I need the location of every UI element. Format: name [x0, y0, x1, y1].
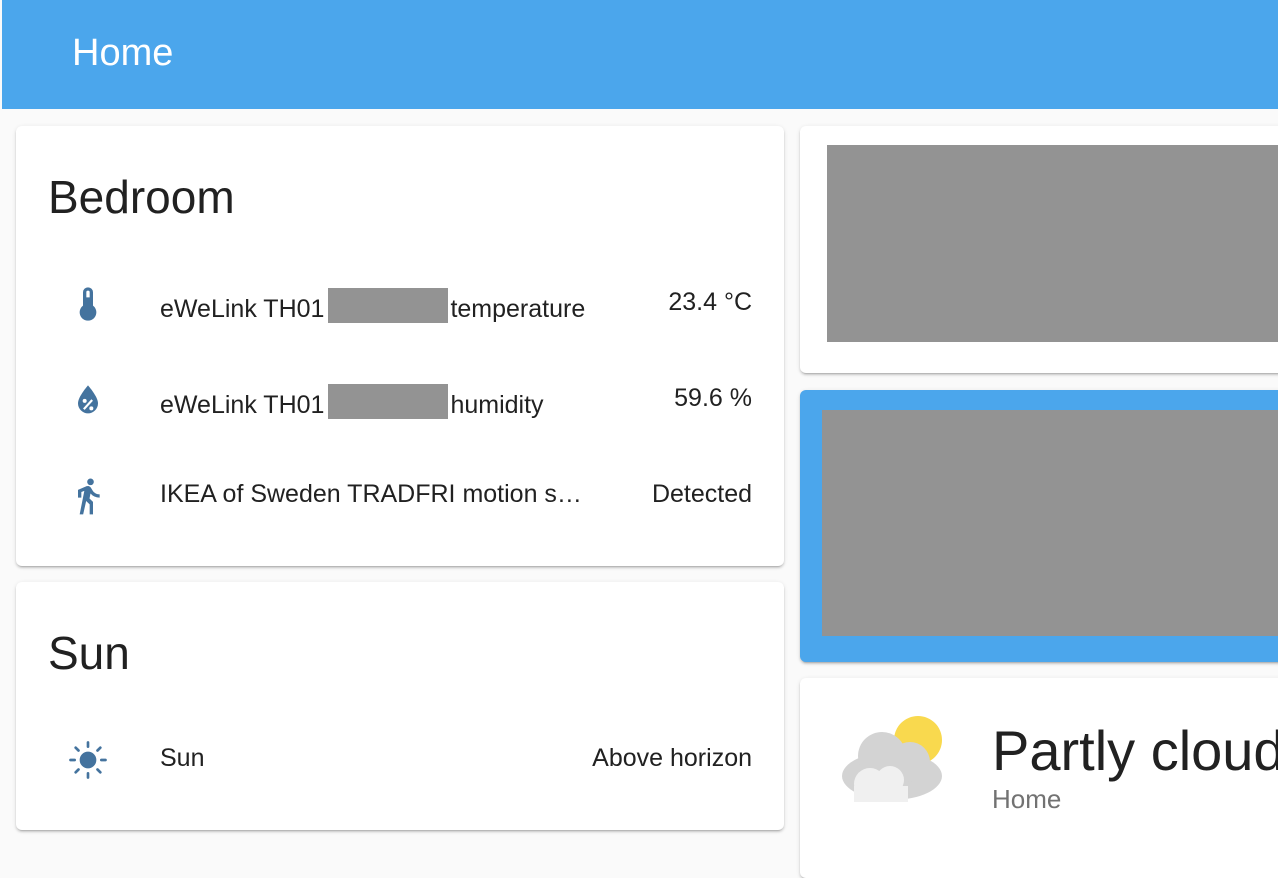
weather-card[interactable]: Partly cloudy Home — [800, 678, 1278, 878]
card-title: Bedroom — [48, 171, 235, 223]
entity-state: Above horizon — [592, 744, 752, 772]
entity-name-prefix: eWeLink TH01 — [160, 391, 325, 419]
card-title: Sun — [48, 627, 130, 679]
entity-row-temperature[interactable]: eWeLink TH01 temperature 23.4 °C — [16, 274, 784, 330]
entity-row-motion[interactable]: IKEA of Sweden TRADFRI motion s… Detecte… — [16, 466, 784, 522]
entity-name: eWeLink TH01 humidity — [160, 384, 544, 420]
entity-row-humidity[interactable]: eWeLink TH01 humidity 59.6 % — [16, 370, 784, 426]
entity-name-prefix: eWeLink TH01 — [160, 295, 325, 323]
entity-name-suffix: humidity — [450, 391, 544, 419]
redacted-block — [328, 288, 449, 323]
entity-state: Detected — [651, 480, 752, 508]
sun-icon — [69, 741, 107, 779]
entity-row-sun[interactable]: Sun Above horizon — [16, 730, 784, 786]
entity-state: 23.4 °C — [668, 288, 752, 316]
camera-image-redacted — [822, 410, 1278, 636]
sun-card: Sun Sun Above horizon — [16, 582, 784, 830]
redacted-block — [328, 384, 449, 419]
weather-location: Home — [992, 784, 1062, 814]
page-title: Home — [72, 32, 174, 74]
partly-cloudy-icon — [842, 716, 942, 802]
app-toolbar: Home — [2, 0, 1278, 109]
entity-name: IKEA of Sweden TRADFRI motion s… — [160, 480, 582, 508]
entity-name: eWeLink TH01 temperature — [160, 288, 585, 324]
entity-name-suffix: temperature — [450, 295, 586, 323]
entity-name: Sun — [160, 744, 205, 772]
picture-card-highlighted[interactable] — [800, 390, 1278, 662]
running-person-icon — [78, 478, 100, 515]
entity-state: 59.6 % — [674, 384, 752, 412]
picture-card[interactable] — [800, 126, 1278, 373]
thermometer-icon — [79, 287, 97, 321]
bedroom-card: Bedroom eWeLink TH01 temperature 23.4 °C … — [16, 126, 784, 566]
weather-condition: Partly cloudy — [992, 719, 1278, 782]
water-percent-icon — [78, 385, 98, 414]
camera-image-redacted — [827, 145, 1278, 342]
